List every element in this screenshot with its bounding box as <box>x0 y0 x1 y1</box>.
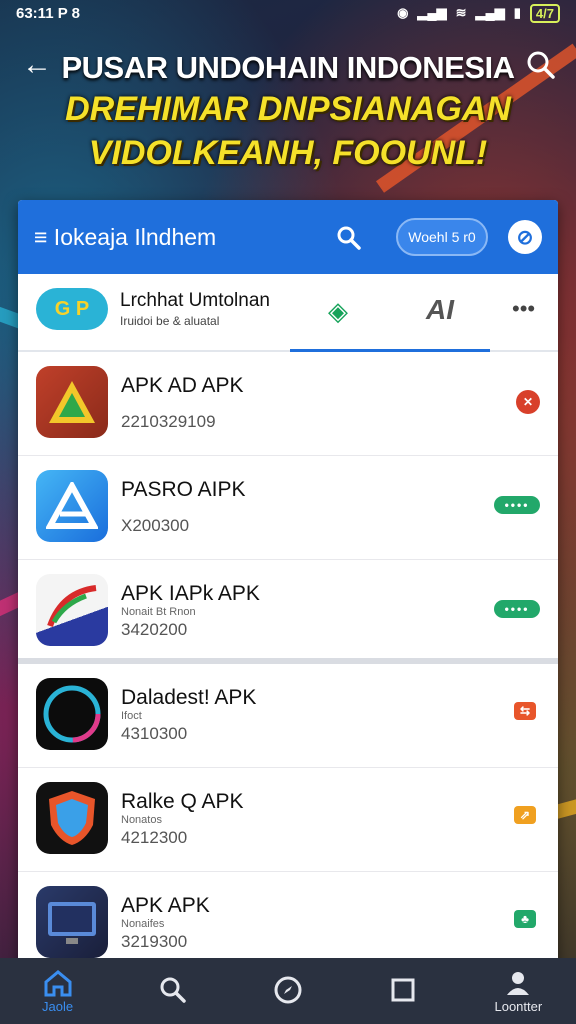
app-name: APK APK <box>121 894 210 917</box>
app-name: PASRO AIPK <box>121 478 246 501</box>
app-subtitle: Nonatos <box>121 814 162 826</box>
app-name: Daladest! APK <box>121 686 257 709</box>
status-badge[interactable]: ♣ <box>514 910 536 928</box>
nav-home[interactable]: Jaole <box>8 969 108 1014</box>
headline-line-2: DREHIMAR DNPSIANAGAN <box>65 90 511 128</box>
signal-icon-2: ▂▄▆ <box>475 5 505 20</box>
app-number: 4310300 <box>121 724 188 743</box>
app-number: 3219300 <box>121 932 188 951</box>
nav-label: Jaole <box>42 998 74 1014</box>
app-subtitle: Ifoct <box>121 710 142 722</box>
app-number: X200300 <box>121 516 190 535</box>
panel-header: ≡ Iokeaja Ilndhem Woehl 5 r0 ⊘ <box>18 200 558 274</box>
battery-indicator: 4/7 <box>529 3 560 23</box>
app-subtitle: Nonait Bt Rnon <box>121 606 196 618</box>
status-badge[interactable]: ✕ <box>516 390 540 414</box>
signal-icon: ▂▄▆ <box>417 5 447 20</box>
app-number: 4212300 <box>121 828 188 847</box>
app-icon-screen <box>36 886 108 958</box>
app-icon-swoosh <box>36 574 108 646</box>
search-icon[interactable] <box>336 225 362 256</box>
diamond-icon[interactable]: ◈ <box>328 296 348 327</box>
square-icon <box>391 978 415 1002</box>
alarm-icon: ◉ <box>397 5 409 20</box>
app-icon-triangle <box>36 366 108 438</box>
tab-strip-subtitle: Iruidoi be & aluatal <box>120 314 220 328</box>
nav-label: Loontter <box>494 998 543 1014</box>
nav-account[interactable]: Loontter <box>468 969 568 1014</box>
list-item[interactable]: PASRO AIPK X200300 •••• <box>18 456 558 560</box>
list-item[interactable]: APK APK Nonaifes 3219300 ♣ <box>18 872 558 970</box>
app-number: 2210329109 <box>121 412 216 431</box>
list-item[interactable]: Daladest! APK Ifoct 4310300 ⇆ <box>18 664 558 768</box>
list-item[interactable]: APK AD APK 2210329109 ✕ <box>18 352 558 456</box>
wifi-icon: ≋ <box>455 5 467 20</box>
app-subtitle: Nonaifes <box>121 918 165 930</box>
status-badge[interactable]: •••• <box>494 496 540 514</box>
status-bar: 63:11 P 8 ◉ ▂▄▆ ≋ ▂▄▆ ▮ 4/7 <box>0 0 576 26</box>
app-icon-shield <box>36 782 108 854</box>
bottom-nav: Jaole Loontter <box>0 958 576 1024</box>
list-item[interactable]: Ralke Q APK Nonatos 4212300 ⇗ <box>18 768 558 872</box>
headline-line-3: VIDOLKEANH, FOOUNL! <box>88 134 488 172</box>
nav-library[interactable] <box>353 976 453 1006</box>
app-name: APK IAPk APK <box>121 582 260 605</box>
headline-line-1: PUSAR UNDOHAIN INDONESIA <box>61 50 515 85</box>
home-icon <box>44 969 72 996</box>
status-badge[interactable]: ⇆ <box>514 702 536 720</box>
panel-title[interactable]: ≡ Iokeaja Ilndhem <box>34 224 216 251</box>
user-icon <box>507 971 530 995</box>
nav-explore[interactable] <box>238 975 338 1007</box>
search-icon <box>160 977 186 1003</box>
nav-search[interactable] <box>123 976 223 1006</box>
compass-icon[interactable]: ⊘ <box>508 220 542 254</box>
more-icon[interactable]: ••• <box>512 296 535 322</box>
compass-icon <box>274 976 302 1004</box>
ai-tab[interactable]: AI <box>426 294 454 326</box>
sim-icon: ▮ <box>513 5 521 20</box>
app-icon-store <box>36 470 108 542</box>
tab-strip: G P Lrchhat Umtolnan Iruidoi be & aluata… <box>18 274 558 352</box>
app-icon-ring <box>36 678 108 750</box>
list-item[interactable]: APK IAPk APK Nonait Bt Rnon 3420200 •••• <box>18 560 558 664</box>
status-badge[interactable]: •••• <box>494 600 540 618</box>
status-time: 63:11 P 8 <box>16 4 80 22</box>
status-icons: ◉ ▂▄▆ ≋ ▂▄▆ ▮ 4/7 <box>397 3 560 23</box>
app-list: APK AD APK 2210329109 ✕ PASRO AIPK X2003… <box>18 352 558 970</box>
app-name: Ralke Q APK <box>121 790 244 813</box>
status-badge[interactable]: ⇗ <box>514 806 536 824</box>
tab-strip-title: Lrchhat Umtolnan <box>120 290 270 311</box>
app-number: 3420200 <box>121 620 188 639</box>
header-pill-button[interactable]: Woehl 5 r0 <box>396 218 488 256</box>
brand-logo[interactable]: G P <box>36 288 108 330</box>
app-store-panel: ≡ Iokeaja Ilndhem Woehl 5 r0 ⊘ G P Lrchh… <box>18 200 558 970</box>
app-name: APK AD APK <box>121 374 244 397</box>
